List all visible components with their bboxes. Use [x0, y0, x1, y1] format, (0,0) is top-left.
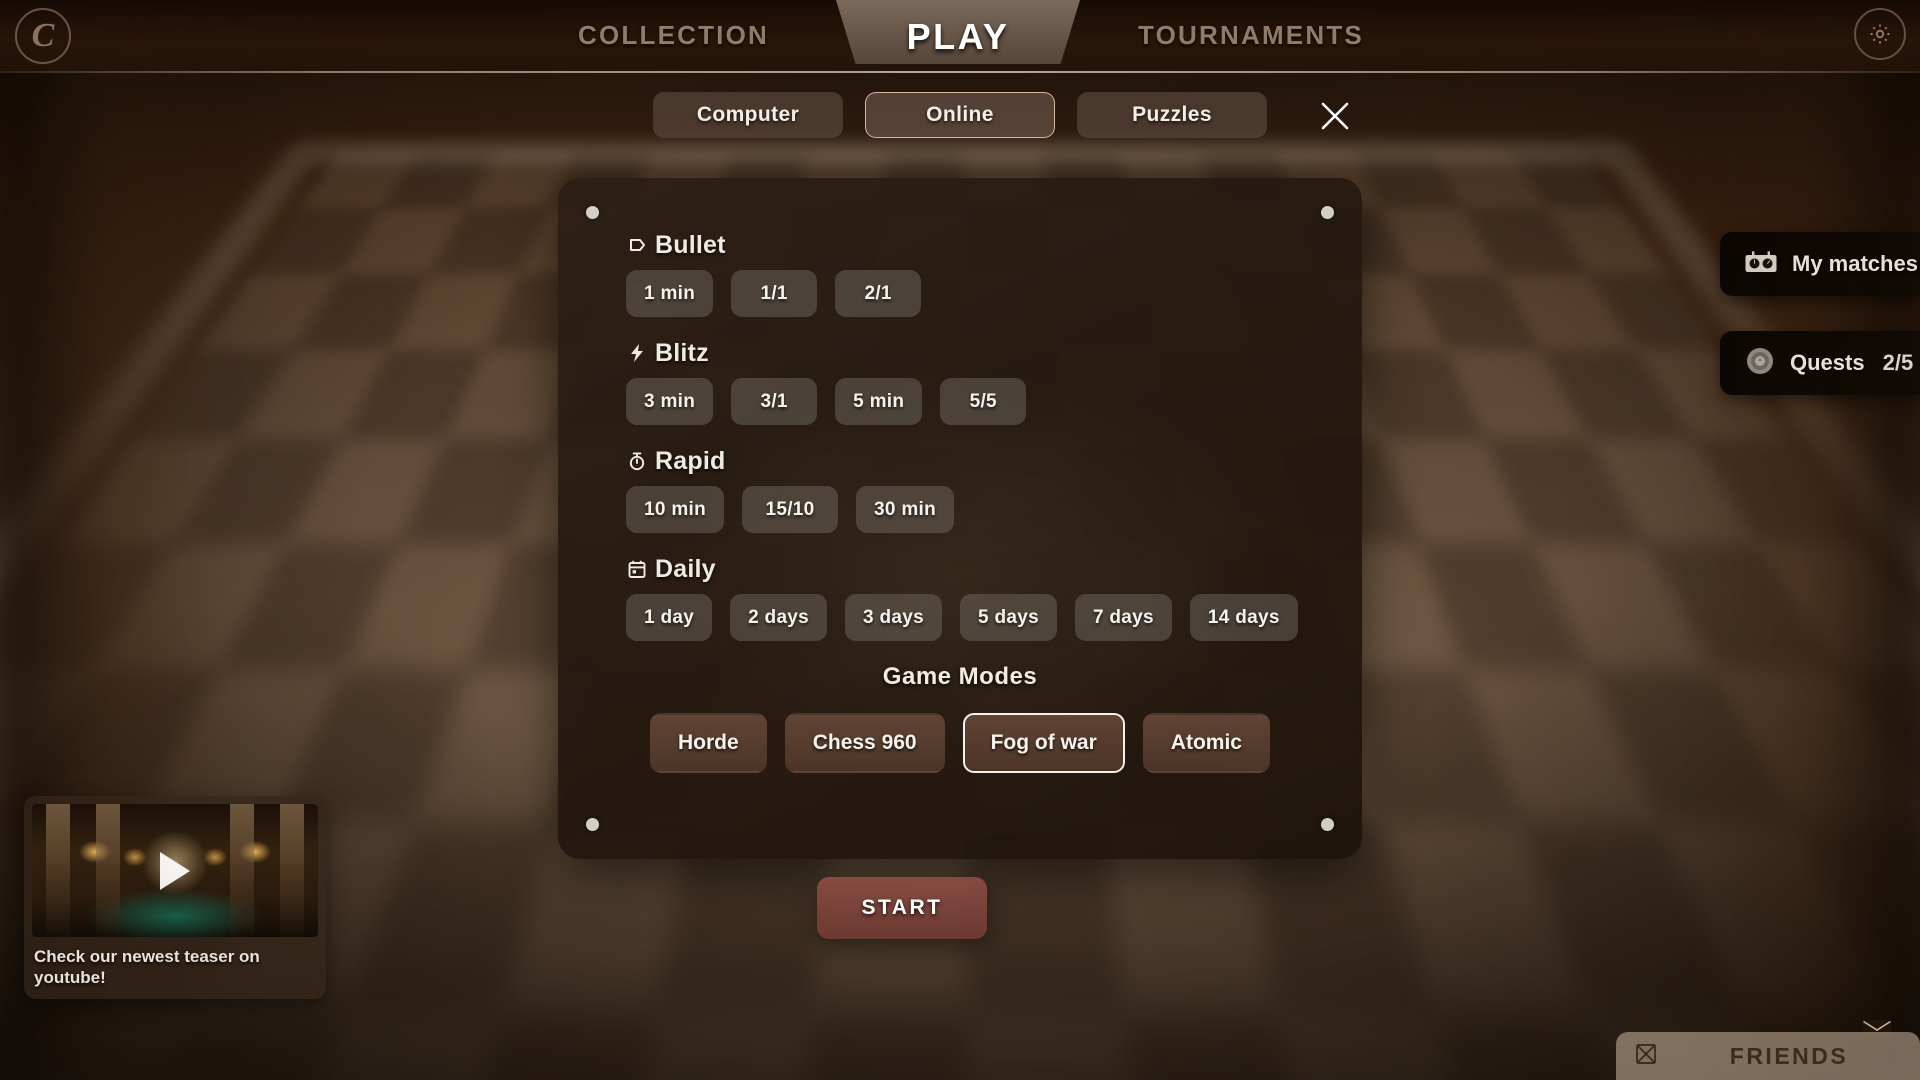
play-mode-tabs: Computer Online Puzzles	[0, 92, 1920, 138]
logo-glyph: C	[31, 17, 55, 54]
tab-puzzles[interactable]: Puzzles	[1077, 92, 1267, 138]
section-bullet: Bullet 1 min 1/1 2/1	[626, 231, 1362, 317]
chess-circle-logo-icon[interactable]: C	[15, 8, 71, 64]
bullet-options: 1 min 1/1 2/1	[626, 270, 1362, 317]
time-option-bullet-2[interactable]: 2/1	[835, 270, 922, 317]
teaser-pillar-4	[280, 804, 304, 937]
friends-label: FRIENDS	[1729, 1042, 1849, 1069]
top-bar-divider	[0, 71, 1920, 73]
panel-body: Bullet 1 min 1/1 2/1 Blitz 3 min 3/1 5 m…	[558, 178, 1362, 859]
my-matches-button[interactable]: My matches	[1720, 232, 1920, 296]
time-option-daily-0[interactable]: 1 day	[626, 594, 713, 641]
section-rapid-header: Rapid	[626, 447, 1362, 475]
nav-collection[interactable]: COLLECTION	[578, 20, 769, 51]
blitz-options: 3 min 3/1 5 min 5/5	[626, 378, 1362, 425]
section-daily: Daily 1 day 2 days 3 days 5 days 7 days …	[626, 555, 1362, 641]
quests-label: Quests	[1790, 350, 1865, 375]
section-daily-title: Daily	[655, 554, 716, 583]
section-rapid: Rapid 10 min 15/10 30 min	[626, 447, 1362, 533]
stopwatch-icon	[626, 450, 648, 472]
time-option-rapid-0[interactable]: 10 min	[626, 486, 724, 533]
game-mode-chess960[interactable]: Chess 960	[784, 713, 945, 773]
section-bullet-header: Bullet	[626, 231, 1362, 259]
section-blitz-title: Blitz	[655, 338, 709, 367]
close-icon[interactable]	[1313, 94, 1357, 138]
teaser-pillar-2	[96, 804, 120, 937]
time-option-daily-5[interactable]: 14 days	[1189, 594, 1298, 641]
expand-icon[interactable]	[1634, 1042, 1658, 1071]
my-matches-label: My matches	[1792, 251, 1918, 276]
time-option-daily-2[interactable]: 3 days	[845, 594, 942, 641]
nav-tournaments[interactable]: TOURNAMENTS	[1138, 20, 1364, 51]
time-option-bullet-1[interactable]: 1/1	[731, 270, 818, 317]
daily-options: 1 day 2 days 3 days 5 days 7 days 14 day…	[626, 594, 1362, 641]
start-button[interactable]: START	[817, 877, 987, 939]
tab-computer[interactable]: Computer	[653, 92, 843, 138]
time-option-daily-4[interactable]: 7 days	[1074, 594, 1172, 641]
teaser-pillar-3	[230, 804, 254, 937]
section-blitz: Blitz 3 min 3/1 5 min 5/5	[626, 339, 1362, 425]
top-bar: C COLLECTION PLAY TOURNAMENTS	[0, 0, 1920, 73]
time-option-blitz-1[interactable]: 3/1	[731, 378, 818, 425]
nav-play-label: PLAY	[906, 16, 1010, 57]
time-control-panel: Bullet 1 min 1/1 2/1 Blitz 3 min 3/1 5 m…	[558, 178, 1362, 859]
section-blitz-header: Blitz	[626, 339, 1362, 367]
tab-online[interactable]: Online	[865, 92, 1055, 138]
section-rapid-title: Rapid	[655, 446, 726, 475]
time-option-daily-3[interactable]: 5 days	[960, 594, 1057, 641]
time-option-rapid-2[interactable]: 30 min	[856, 486, 954, 533]
bullet-icon	[626, 234, 648, 256]
section-bullet-title: Bullet	[655, 230, 726, 259]
time-option-blitz-0[interactable]: 3 min	[626, 378, 714, 425]
section-daily-header: Daily	[626, 555, 1362, 583]
time-option-bullet-0[interactable]: 1 min	[626, 270, 714, 317]
gear-icon[interactable]	[1854, 8, 1906, 60]
time-option-blitz-2[interactable]: 5 min	[835, 378, 923, 425]
play-icon[interactable]	[160, 851, 190, 890]
friends-bar[interactable]: FRIENDS	[1616, 1032, 1920, 1080]
time-option-rapid-1[interactable]: 15/10	[742, 486, 838, 533]
game-mode-horde[interactable]: Horde	[650, 713, 767, 773]
rapid-options: 10 min 15/10 30 min	[626, 486, 1362, 533]
quests-count: 2/5	[1882, 350, 1914, 375]
game-mode-atomic[interactable]: Atomic	[1142, 713, 1270, 773]
nav-play[interactable]: PLAY	[836, 0, 1080, 64]
quests-button[interactable]: Quests 2/5	[1720, 331, 1920, 395]
game-modes-title: Game Modes	[882, 663, 1038, 690]
calendar-icon	[626, 558, 648, 580]
youtube-teaser-card[interactable]: Check our newest teaser on youtube!	[24, 796, 326, 999]
game-screen: C COLLECTION PLAY TOURNAMENTS Computer O…	[0, 0, 1920, 1080]
game-mode-fog-of-war[interactable]: Fog of war	[962, 713, 1125, 773]
chess-clock-icon	[1744, 249, 1778, 280]
lightning-bolt-icon	[626, 342, 648, 364]
teaser-caption: Check our newest teaser on youtube!	[34, 947, 260, 988]
teaser-pillar-1	[46, 804, 70, 937]
time-option-daily-1[interactable]: 2 days	[730, 594, 828, 641]
teaser-thumbnail	[32, 804, 318, 937]
quest-badge-icon	[1744, 345, 1776, 382]
game-modes-row: Horde Chess 960 Fog of war Atomic	[626, 713, 1294, 773]
time-option-blitz-3[interactable]: 5/5	[940, 378, 1027, 425]
